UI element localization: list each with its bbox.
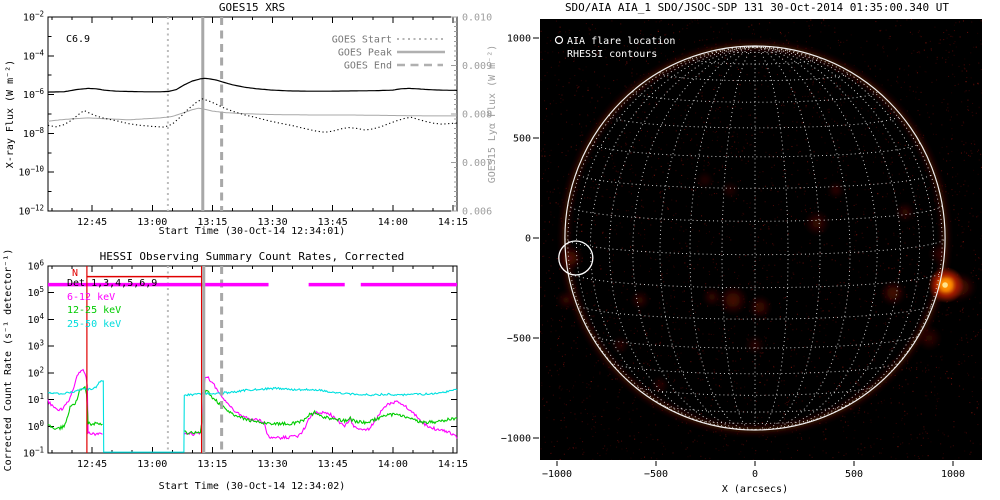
y-tick-label: 102 [27,365,44,379]
goes-y-axis-label: X-ray Flux (W m⁻²) [5,60,16,168]
x-tick-label: 13:15 [197,459,227,470]
goes-y2-axis-label: GOES15 Lyα Flux (W m⁻²) [487,45,498,183]
sun-y-tick-label: 0 [525,234,531,245]
y-tick-label: 10−8 [23,126,45,140]
sun-x-tick-label: −1000 [542,469,572,480]
sun-x-tick-label: 0 [752,469,758,480]
sun-y-tick-label: 500 [513,134,531,145]
sun-y-tick-label: 1000 [507,34,531,45]
solar-image-background [540,19,982,460]
y-tick-label: 103 [27,339,44,353]
sun-x-tick-label: −500 [644,469,668,480]
legend-12-25kev-label: 12-25 keV [67,305,121,316]
legend-goes-start-label: GOES Start [332,35,392,46]
sun-x-axis-label: X (arcsecs) [722,484,788,495]
hessi-x-axis-label: Start Time (30-Oct-14 12:34:02) [159,481,346,492]
y2-tick-label: 0.006 [462,207,492,218]
x-tick-label: 14:15 [438,217,468,228]
y-tick-label: 101 [27,392,44,406]
solar-disk-panel: SDO/AIA AIA_1 SDO/JSOC-SDP 131 30-Oct-20… [501,1,982,495]
sun-x-tick-label: 500 [845,469,863,480]
hessi-curve-25-50-kev [47,380,458,453]
rhessi-contours-legend-label: RHESSI contours [567,49,657,60]
x-tick-label: 12:45 [77,459,107,470]
goes-long-channel-curve [47,77,458,93]
sun-image-title: SDO/AIA AIA_1 SDO/JSOC-SDP 131 30-Oct-20… [565,1,949,14]
hessi-count-rate-plot: 12:45 13:00 13:15 13:30 13:45 14:00 14:15 106 10… [3,250,468,492]
y-tick-label: 10−6 [23,87,45,101]
y-tick-label: 10−1 [23,446,44,460]
goes-legend: GOES Start GOES Peak GOES End [332,35,445,72]
sun-x-tick-label: 1000 [941,469,965,480]
y-tick-label: 106 [27,259,44,273]
x-tick-label: 13:45 [318,459,348,470]
x-tick-label: 14:00 [378,217,408,228]
hessi-plot-title: HESSI Observing Summary Count Rates, Cor… [100,250,405,263]
legend-goes-peak-label: GOES Peak [338,48,392,59]
legend-6-12kev-label: 6-12 keV [67,292,115,303]
hessi-legend: Det 1,3,4,5,6,9 6-12 keV 12-25 keV 25-50… [67,278,157,330]
lya-flux-curve [47,107,457,122]
x-tick-label: 14:15 [438,459,468,470]
y-tick-label: 10−12 [18,204,44,218]
sun-y-tick-label: −1000 [501,434,531,445]
goes-xrs-plot: 12:45 13:00 13:15 13:30 13:45 14:00 14:1510−21… [5,1,498,237]
goes-plot-title: GOES15 XRS [219,1,285,14]
flare-location-legend-label: AIA flare location [567,36,675,47]
goes-flare-class-label: C6.9 [66,34,90,45]
y-tick-label: 100 [27,419,44,433]
y-tick-label: 105 [27,285,44,299]
x-tick-label: 13:00 [137,459,167,470]
x-tick-label: 14:00 [378,459,408,470]
y-tick-label: 104 [27,312,44,326]
hessi-y-axis-label: Corrected Count Rate (s⁻¹ detector⁻¹) [3,250,14,471]
y-tick-label: 10−4 [23,48,45,62]
goes-x-axis-label: Start Time (30-Oct-14 12:34:01) [159,226,346,237]
rhessi-browser-screenshot: 12:45 13:00 13:15 13:30 13:45 14:00 14:15 10−2 1… [0,0,1000,500]
x-tick-label: 13:30 [257,459,287,470]
hessi-curve-12-25-kev [184,389,458,435]
sun-y-tick-label: −500 [507,334,531,345]
y2-tick-label: 0.010 [462,13,492,24]
y-tick-label: 10−2 [23,10,44,24]
x-tick-label: 12:45 [77,217,107,228]
legend-goes-end-label: GOES End [344,61,392,72]
y-tick-label: 10−10 [18,165,44,179]
legend-25-50kev-label: 25-50 keV [67,319,121,330]
legend-detectors-label: Det 1,3,4,5,6,9 [67,278,157,289]
